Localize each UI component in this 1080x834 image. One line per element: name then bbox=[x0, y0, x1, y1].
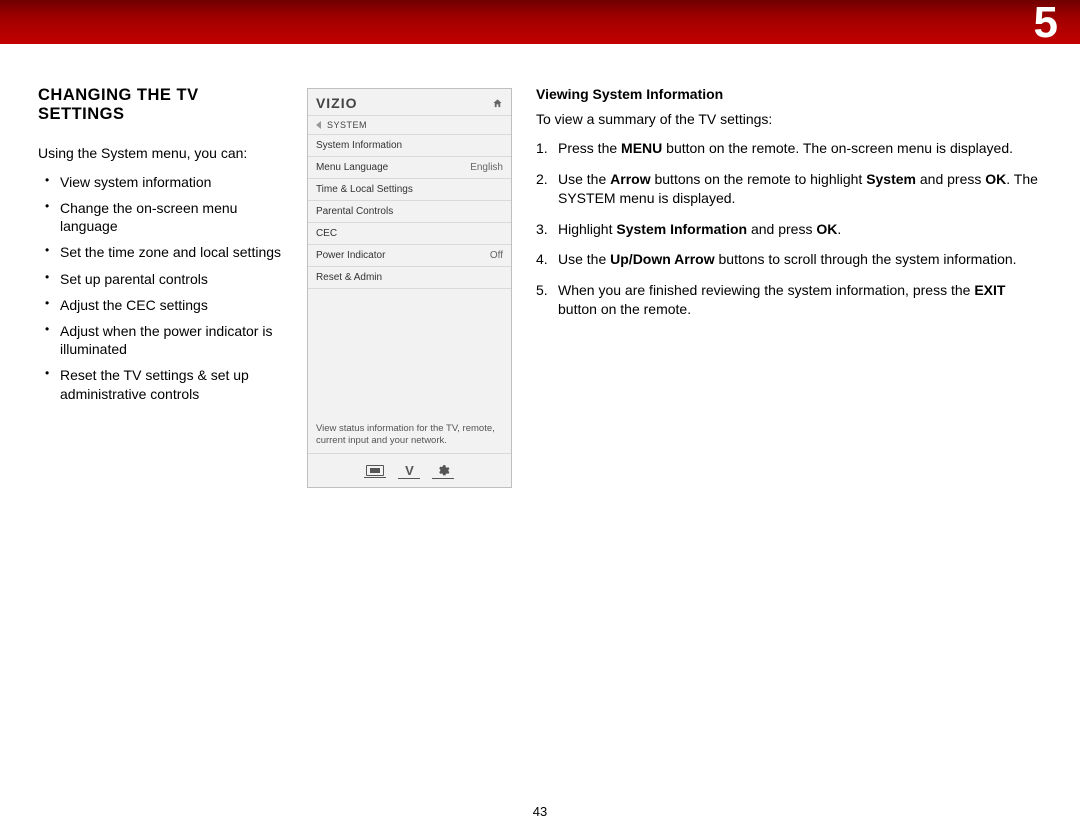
tv-menu-row: Reset & Admin bbox=[308, 267, 511, 289]
list-item: Change the on-screen menu language bbox=[60, 199, 289, 235]
wide-mode-icon bbox=[364, 465, 386, 478]
step-bold: System Information bbox=[616, 221, 747, 237]
step-item: Use the Up/Down Arrow buttons to scroll … bbox=[558, 250, 1042, 269]
tv-menu-row: Power Indicator Off bbox=[308, 245, 511, 267]
tv-system-menu-illustration: VIZIO SYSTEM System Information Menu Lan… bbox=[307, 88, 512, 488]
list-item: Adjust when the power indicator is illum… bbox=[60, 322, 289, 358]
v-logo-icon: V bbox=[398, 464, 420, 479]
step-text: buttons to scroll through the system inf… bbox=[715, 251, 1017, 267]
intro-text: Using the System menu, you can: bbox=[38, 144, 289, 163]
back-icon bbox=[316, 121, 321, 129]
step-item: When you are finished reviewing the syst… bbox=[558, 281, 1042, 319]
steps-intro: To view a summary of the TV settings: bbox=[536, 110, 1042, 129]
capability-list: View system information Change the on-sc… bbox=[38, 173, 289, 403]
tv-breadcrumb: SYSTEM bbox=[308, 116, 511, 135]
page-number: 43 bbox=[0, 804, 1080, 819]
tv-brand-label: VIZIO bbox=[316, 95, 358, 111]
step-text: Use the bbox=[558, 171, 610, 187]
tv-footer-icons: V bbox=[308, 454, 511, 487]
tv-menu-row: CEC bbox=[308, 223, 511, 245]
step-text: . bbox=[837, 221, 841, 237]
list-item: Adjust the CEC settings bbox=[60, 296, 289, 314]
step-item: Use the Arrow buttons on the remote to h… bbox=[558, 170, 1042, 208]
step-text: and press bbox=[916, 171, 985, 187]
row-label: System Information bbox=[316, 140, 402, 151]
step-text: and press bbox=[747, 221, 816, 237]
step-text: Use the bbox=[558, 251, 610, 267]
tv-menu-row: Menu Language English bbox=[308, 157, 511, 179]
step-bold: MENU bbox=[621, 140, 662, 156]
subheading: Viewing System Information bbox=[536, 86, 1042, 102]
step-text: Highlight bbox=[558, 221, 616, 237]
step-bold: OK bbox=[985, 171, 1006, 187]
list-item: Set the time zone and local settings bbox=[60, 243, 289, 261]
tv-menu-header: VIZIO bbox=[308, 89, 511, 116]
list-item: Set up parental controls bbox=[60, 270, 289, 288]
step-text: buttons on the remote to highlight bbox=[651, 171, 867, 187]
step-bold: OK bbox=[816, 221, 837, 237]
steps-list: Press the MENU button on the remote. The… bbox=[536, 139, 1042, 319]
step-bold: System bbox=[866, 171, 916, 187]
tv-menu-row: Parental Controls bbox=[308, 201, 511, 223]
tv-help-text: View status information for the TV, remo… bbox=[308, 415, 511, 454]
gear-icon bbox=[432, 464, 454, 479]
step-item: Highlight System Information and press O… bbox=[558, 220, 1042, 239]
step-bold: Arrow bbox=[610, 171, 650, 187]
breadcrumb-label: SYSTEM bbox=[327, 120, 367, 130]
row-label: Power Indicator bbox=[316, 250, 385, 261]
list-item: Reset the TV settings & set up administr… bbox=[60, 366, 289, 402]
tv-menu-row: System Information bbox=[308, 135, 511, 157]
step-text: button on the remote. The on-screen menu… bbox=[662, 140, 1013, 156]
step-text: Press the bbox=[558, 140, 621, 156]
row-label: Time & Local Settings bbox=[316, 184, 413, 195]
chapter-number: 5 bbox=[1034, 0, 1058, 48]
header-band: 5 bbox=[0, 0, 1080, 44]
list-item: View system information bbox=[60, 173, 289, 191]
step-bold: Up/Down Arrow bbox=[610, 251, 714, 267]
row-label: Menu Language bbox=[316, 162, 388, 173]
home-icon bbox=[492, 98, 503, 109]
row-value: English bbox=[470, 162, 503, 173]
step-text: When you are finished reviewing the syst… bbox=[558, 282, 974, 298]
section-heading: CHANGING THE TV SETTINGS bbox=[38, 86, 289, 124]
row-label: Parental Controls bbox=[316, 206, 393, 217]
step-text: button on the remote. bbox=[558, 301, 691, 317]
row-label: CEC bbox=[316, 228, 337, 239]
step-bold: EXIT bbox=[974, 282, 1005, 298]
row-value: Off bbox=[490, 250, 503, 261]
tv-menu-row: Time & Local Settings bbox=[308, 179, 511, 201]
row-label: Reset & Admin bbox=[316, 272, 382, 283]
step-item: Press the MENU button on the remote. The… bbox=[558, 139, 1042, 158]
